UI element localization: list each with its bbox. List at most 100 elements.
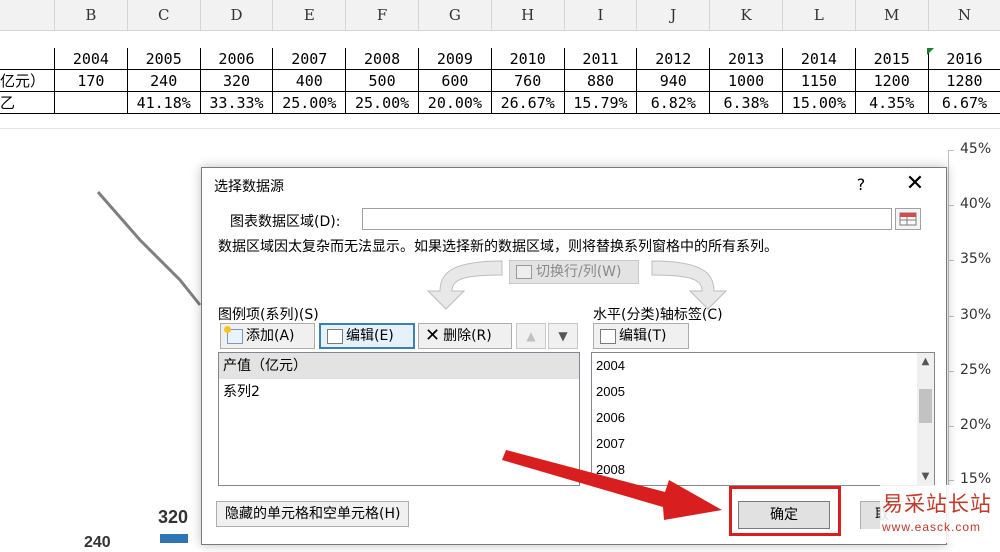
series-item[interactable]: 系列2 [219, 379, 579, 405]
rate-cell[interactable]: 26.67% [491, 92, 565, 114]
year-cell[interactable]: 2010 [491, 48, 565, 70]
rate-cell[interactable]: 25.00% [273, 92, 347, 114]
year-cell[interactable]: 2016 [928, 48, 1000, 70]
edit-series-button[interactable]: 编辑(E) [319, 323, 415, 349]
value-cell[interactable]: 400 [273, 70, 347, 92]
value-cell[interactable]: 1200 [855, 70, 929, 92]
value-cell[interactable]: 170 [55, 70, 128, 92]
value-cell[interactable]: 320 [200, 70, 274, 92]
help-button[interactable]: ? [851, 173, 871, 197]
value-cell[interactable]: 500 [346, 70, 419, 92]
ok-highlight-box [729, 486, 841, 536]
year-cell[interactable]: 2012 [637, 48, 711, 70]
year-cell[interactable]: 2015 [855, 48, 929, 70]
rate-cell[interactable]: 6.67% [928, 92, 1000, 114]
year-row-label[interactable] [0, 48, 55, 70]
rate-cell[interactable]: 6.38% [710, 92, 783, 114]
chart-data-range-input[interactable] [362, 208, 892, 230]
add-series-button[interactable]: 添加(A) [220, 323, 315, 349]
edit-axis-labels-label: 编辑(T) [619, 328, 667, 344]
year-cell[interactable]: 2011 [564, 48, 638, 70]
value-cell[interactable]: 600 [419, 70, 492, 92]
switch-row-column-button[interactable]: 切换行/列(W) [509, 260, 639, 284]
edit-icon [600, 328, 616, 344]
value-row: 亿元） 170 240 320 400 500 600 760 880 940 1000 1150 1… [0, 70, 1000, 92]
rate-cell[interactable]: 15.00% [783, 92, 856, 114]
series-list[interactable]: 产值（亿元） 系列2 [218, 352, 580, 486]
column-header-d[interactable]: D [201, 0, 274, 30]
spreadsheet: BCDEFGHIJKLMN 2004 2005 2006 2007 2008 2009 20… [0, 0, 1000, 130]
edit-axis-labels-button[interactable]: 编辑(T) [593, 323, 689, 349]
close-button[interactable]: ✕ [902, 171, 928, 197]
category-item[interactable]: 2007 [592, 431, 934, 457]
rate-cell[interactable]: 4.35% [855, 92, 929, 114]
year-cell[interactable]: 2008 [346, 48, 419, 70]
year-cell[interactable]: 2013 [710, 48, 783, 70]
column-header-n[interactable]: N [929, 0, 1000, 30]
value-cell[interactable]: 1000 [710, 70, 783, 92]
scroll-up-icon[interactable]: ▲ [917, 353, 934, 370]
column-header-l[interactable]: L [783, 0, 856, 30]
year-cell[interactable]: 2007 [273, 48, 347, 70]
value-cell[interactable]: 880 [564, 70, 638, 92]
rate-cell[interactable]: 33.33% [200, 92, 274, 114]
y-axis-tick [948, 316, 954, 317]
value-cell[interactable]: 940 [637, 70, 711, 92]
trend-line [96, 191, 202, 306]
value-cell[interactable]: 760 [491, 70, 565, 92]
year-cell[interactable]: 2006 [200, 48, 274, 70]
add-icon [224, 325, 243, 344]
y-axis-tick-label: 20% [960, 417, 992, 433]
arrow-right-icon [651, 260, 728, 310]
select-data-source-dialog: 选择数据源 ? ✕ 图表数据区域(D): 数据区域因太复杂而无法显示。如果选择新… [201, 167, 947, 545]
rate-cell[interactable]: 41.18% [127, 92, 201, 114]
value-row-label[interactable]: 亿元） [0, 70, 55, 92]
watermark-url: www.easck.com [882, 520, 982, 534]
rate-cell[interactable] [55, 92, 128, 114]
year-cell[interactable]: 2005 [127, 48, 201, 70]
column-header-m[interactable]: M [856, 0, 929, 30]
chart-data-range-label: 图表数据区域(D): [230, 214, 341, 230]
column-header-h[interactable]: H [492, 0, 565, 30]
range-select-button[interactable] [895, 208, 921, 230]
y-axis-tick-label: 35% [960, 251, 992, 267]
category-item[interactable]: 2008 [592, 457, 934, 483]
delete-series-button[interactable]: ✕ 删除(R) [418, 323, 512, 349]
category-item[interactable]: 2005 [592, 379, 934, 405]
category-item[interactable]: 2004 [592, 353, 934, 379]
rate-cell[interactable]: 25.00% [346, 92, 419, 114]
column-header-c[interactable]: C [128, 0, 201, 30]
column-header-b[interactable]: B [55, 0, 128, 30]
year-cell[interactable]: 2004 [55, 48, 128, 70]
column-header-j[interactable]: J [637, 0, 711, 30]
category-item[interactable]: 2006 [592, 405, 934, 431]
year-cell[interactable]: 2009 [419, 48, 492, 70]
value-cell[interactable]: 1150 [783, 70, 856, 92]
column-header-f[interactable]: F [346, 0, 419, 30]
scroll-down-icon[interactable]: ▼ [917, 468, 934, 485]
rate-cell[interactable]: 6.82% [637, 92, 711, 114]
category-list[interactable]: 2004 2005 2006 2007 2008 ▲ ▼ [591, 352, 935, 486]
y-axis-tick-label: 45% [960, 141, 992, 157]
column-header-e[interactable]: E [273, 0, 347, 30]
column-header-g[interactable]: G [419, 0, 492, 30]
scroll-thumb[interactable] [919, 389, 932, 423]
column-header-i[interactable]: I [565, 0, 638, 30]
y-axis-tick [948, 480, 954, 481]
series-item[interactable]: 产值（亿元） [219, 353, 579, 379]
move-up-button[interactable]: ▲ [516, 323, 546, 349]
rate-row-label[interactable]: 乙 [0, 92, 55, 114]
value-cell[interactable]: 1280 [928, 70, 1000, 92]
edit-icon [327, 328, 343, 344]
column-header-a[interactable] [0, 0, 55, 30]
switch-icon [516, 265, 532, 279]
rate-cell[interactable]: 15.79% [564, 92, 638, 114]
move-down-button[interactable]: ▼ [548, 323, 578, 349]
dialog-title: 选择数据源 [214, 179, 284, 195]
hidden-and-empty-cells-button[interactable]: 隐藏的单元格和空单元格(H) [216, 501, 410, 527]
category-list-scrollbar[interactable]: ▲ ▼ [917, 353, 934, 485]
year-cell[interactable]: 2014 [783, 48, 856, 70]
column-header-k[interactable]: K [710, 0, 783, 30]
value-cell[interactable]: 240 [127, 70, 201, 92]
rate-cell[interactable]: 20.00% [419, 92, 492, 114]
